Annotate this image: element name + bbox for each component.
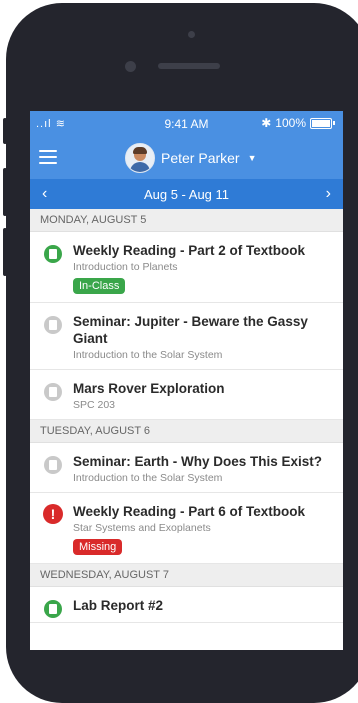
proximity-sensor xyxy=(188,31,195,38)
volume-up-button xyxy=(3,168,7,216)
user-name: Peter Parker xyxy=(161,150,240,166)
item-course: Star Systems and Exoplanets xyxy=(73,522,211,534)
item-course: Introduction to the Solar System xyxy=(73,472,223,484)
assignment-icon xyxy=(44,456,62,474)
chevron-down-icon: ▼ xyxy=(247,153,257,163)
assignment-icon xyxy=(44,316,62,334)
assignment-icon xyxy=(44,600,62,618)
avatar xyxy=(125,143,155,173)
item-title: Mars Rover Exploration xyxy=(73,381,225,396)
list-item[interactable]: Seminar: Jupiter - Beware the Gassy Gian… xyxy=(30,303,343,370)
item-title: Lab Report #2 xyxy=(73,598,164,613)
item-course: Introduction to the Solar System xyxy=(73,349,223,361)
week-navigator: ‹ Aug 5 - Aug 11 › xyxy=(30,179,343,209)
day-header: TUESDAY, AUGUST 6 xyxy=(30,420,343,443)
mute-switch xyxy=(3,118,7,144)
volume-down-button xyxy=(3,228,7,276)
earpiece-speaker xyxy=(158,63,220,69)
chevron-right-icon[interactable]: › xyxy=(326,185,331,203)
status-bar: ..ıl ≋ 9:41 AM ✱ 100% xyxy=(30,111,343,137)
list-item[interactable]: Seminar: Earth - Why Does This Exist? In… xyxy=(30,443,343,493)
list-item[interactable]: Lab Report #2 xyxy=(30,587,343,623)
assignment-icon xyxy=(44,245,62,263)
front-camera xyxy=(125,61,136,72)
list-item[interactable]: Mars Rover Exploration SPC 203 xyxy=(30,370,343,420)
item-title: Seminar: Earth - Why Does This Exist? xyxy=(73,454,323,469)
week-range: Aug 5 - Aug 11 xyxy=(143,187,230,202)
item-title: Weekly Reading - Part 2 of Textbook xyxy=(73,243,306,258)
battery-icon xyxy=(310,117,332,129)
status-badge: Missing xyxy=(73,539,123,555)
list-item[interactable]: ! Weekly Reading - Part 6 of Textbook St… xyxy=(30,493,343,564)
battery-percent: 100% xyxy=(275,116,306,130)
alert-icon: ! xyxy=(43,504,63,524)
status-badge: In-Class xyxy=(73,278,126,294)
app-header: Peter Parker ▼ xyxy=(30,137,343,179)
item-title: Seminar: Jupiter - Beware the Gassy Gian… xyxy=(73,314,308,346)
app-screen: ..ıl ≋ 9:41 AM ✱ 100% Peter Parker ▼ ‹ A… xyxy=(30,111,343,650)
day-header: MONDAY, AUGUST 5 xyxy=(30,209,343,232)
item-course: Introduction to Planets xyxy=(73,261,178,273)
user-switcher[interactable]: Peter Parker ▼ xyxy=(125,143,257,173)
day-header: WEDNESDAY, AUGUST 7 xyxy=(30,564,343,587)
assignment-icon xyxy=(44,383,62,401)
item-course: SPC 203 xyxy=(73,399,116,411)
status-right: ✱ 100% xyxy=(261,116,335,130)
item-title: Weekly Reading - Part 6 of Textbook xyxy=(73,504,306,519)
list-item[interactable]: Weekly Reading - Part 2 of Textbook Intr… xyxy=(30,232,343,303)
menu-icon[interactable] xyxy=(39,150,57,165)
battery-nub xyxy=(333,121,335,125)
bluetooth-icon: ✱ xyxy=(261,116,272,130)
